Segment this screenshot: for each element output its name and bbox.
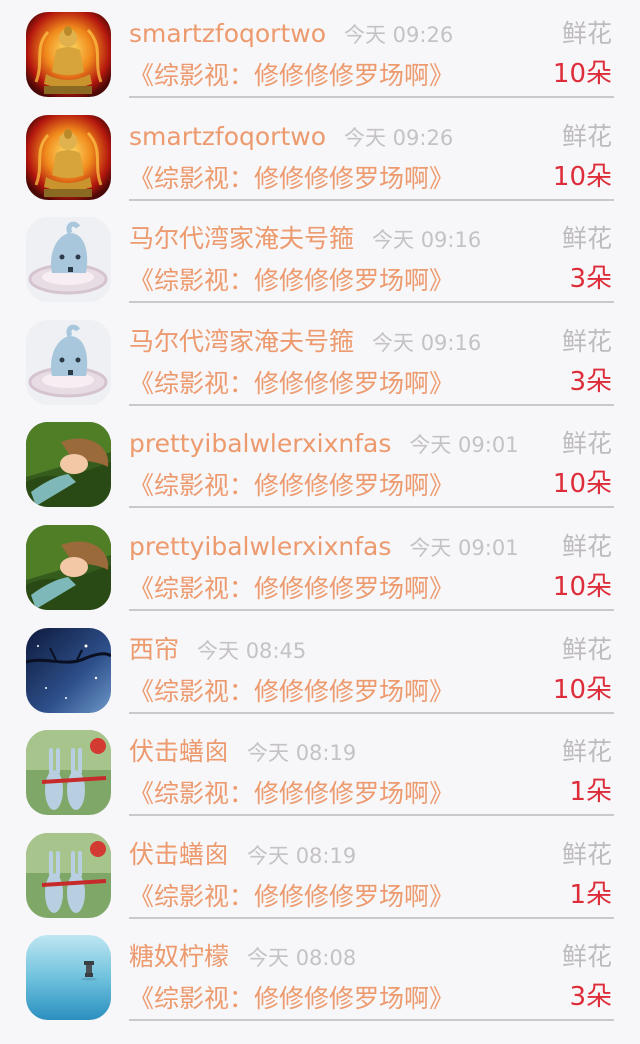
row-divider xyxy=(129,96,614,98)
girl-on-grass-avatar[interactable] xyxy=(26,525,111,610)
whale-avatar[interactable] xyxy=(26,217,111,303)
username[interactable]: 伏击蟮囪 xyxy=(129,838,229,872)
gift-type-label: 鲜花 xyxy=(561,942,612,972)
book-title[interactable]: 《综影视：修修修修罗场啊》 xyxy=(129,675,454,709)
book-title[interactable]: 《综影视：修修修修罗场啊》 xyxy=(129,469,454,503)
username[interactable]: 糖奴柠檬 xyxy=(129,940,229,974)
night-sky-avatar[interactable] xyxy=(26,627,111,713)
buddha-avatar[interactable] xyxy=(26,12,111,97)
book-title[interactable]: 《综影视：修修修修罗场啊》 xyxy=(129,880,454,914)
rabbits-avatar[interactable] xyxy=(26,730,111,816)
gift-record-row[interactable]: 伏击蟮囪 今天 08:19 鲜花《综影视：修修修修罗场啊》 1朵 xyxy=(0,718,640,820)
book-title[interactable]: 《综影视：修修修修罗场啊》 xyxy=(129,162,454,196)
username[interactable]: prettyibalwlerxixnfas xyxy=(129,427,391,461)
row-divider xyxy=(129,609,614,611)
whale-avatar[interactable] xyxy=(26,319,111,405)
gift-type-label: 鲜花 xyxy=(561,326,612,356)
row-divider xyxy=(129,1019,614,1022)
username[interactable]: 马尔代湾家淹夫号箍 xyxy=(129,325,354,359)
gift-type-label: 鲜花 xyxy=(561,121,612,151)
gift-count: 10朵 xyxy=(552,469,612,500)
book-title[interactable]: 《综影视：修修修修罗场啊》 xyxy=(129,367,454,401)
row-divider xyxy=(129,711,614,714)
username[interactable]: smartzfoqortwo xyxy=(129,120,326,154)
gift-type-label: 鲜花 xyxy=(561,634,612,664)
row-divider xyxy=(129,814,614,817)
username[interactable]: 伏击蟮囪 xyxy=(129,735,229,769)
gift-count: 3朵 xyxy=(569,366,612,397)
book-title[interactable]: 《综影视：修修修修罗场啊》 xyxy=(129,982,454,1016)
row-divider xyxy=(129,916,614,919)
username[interactable]: smartzfoqortwo xyxy=(129,17,326,51)
row-divider xyxy=(129,198,614,201)
gift-type-label: 鲜花 xyxy=(561,429,612,459)
username[interactable]: prettyibalwlerxixnfas xyxy=(129,530,391,564)
username[interactable]: 马尔代湾家淹夫号箍 xyxy=(129,222,354,256)
gift-count: 1朵 xyxy=(569,879,612,910)
gift-count: 3朵 xyxy=(569,982,612,1013)
gift-type-label: 鲜花 xyxy=(561,737,612,767)
gift-record-row[interactable]: smartzfoqortwo 今天 09:26 鲜花《综影视：修修修修罗场啊》 10朵 xyxy=(0,0,640,102)
timestamp: 今天 08:45 xyxy=(197,638,307,663)
gift-count: 10朵 xyxy=(552,674,612,705)
girl-on-grass-avatar[interactable] xyxy=(26,422,111,508)
buddha-avatar[interactable] xyxy=(26,114,111,200)
row-divider xyxy=(129,403,614,406)
gift-count: 10朵 xyxy=(552,572,612,602)
timestamp: 今天 09:01 xyxy=(409,433,519,458)
book-title[interactable]: 《综影视：修修修修罗场啊》 xyxy=(129,777,454,811)
gift-record-list: smartzfoqortwo 今天 09:26 鲜花 《综影视：修修修修罗场啊》 10朵… xyxy=(0,0,640,1044)
lake-lantern-avatar[interactable] xyxy=(26,935,111,1021)
timestamp: 今天 09:26 xyxy=(344,125,454,150)
gift-record-row[interactable]: 西帘 今天 08:45 鲜花《综影视：修修修修罗场啊》 10朵 xyxy=(0,616,640,718)
timestamp: 今天 08:19 xyxy=(247,843,357,868)
gift-type-label: 鲜花 xyxy=(561,839,612,869)
gift-type-label: 鲜花 xyxy=(561,19,612,48)
gift-count: 3朵 xyxy=(569,264,612,295)
gift-record-row[interactable]: 糖奴柠檬 今天 08:08 鲜花《综影视：修修修修罗场啊》 3朵 xyxy=(0,923,640,1025)
timestamp: 今天 09:01 xyxy=(409,536,519,560)
row-divider xyxy=(129,301,614,304)
book-title[interactable]: 《综影视：修修修修罗场啊》 xyxy=(129,59,454,93)
timestamp: 今天 08:08 xyxy=(247,946,357,971)
gift-count: 10朵 xyxy=(552,59,612,89)
book-title[interactable]: 《综影视：修修修修罗场啊》 xyxy=(129,572,454,606)
gift-type-label: 鲜花 xyxy=(561,224,612,254)
username[interactable]: 西帘 xyxy=(129,633,179,667)
timestamp: 今天 09:16 xyxy=(372,228,482,253)
gift-record-row[interactable]: smartzfoqortwo 今天 09:26 鲜花《综影视：修修修修罗场啊》 10朵 xyxy=(0,103,640,205)
timestamp: 今天 08:19 xyxy=(247,741,357,766)
gift-count: 10朵 xyxy=(552,161,612,192)
gift-record-row[interactable]: 马尔代湾家淹夫号箍 今天 09:16 鲜花《综影视：修修修修罗场啊》 3朵 xyxy=(0,308,640,410)
gift-record-row[interactable]: prettyibalwlerxixnfas 今天 09:01 鲜花《综影视：修修修修… xyxy=(0,513,640,615)
gift-type-label: 鲜花 xyxy=(561,532,612,561)
timestamp: 今天 09:26 xyxy=(344,23,454,47)
gift-record-row[interactable]: prettyibalwlerxixnfas 今天 09:01 鲜花《综影视：修修修修… xyxy=(0,410,640,512)
rabbits-avatar[interactable] xyxy=(26,832,111,918)
timestamp: 今天 09:16 xyxy=(372,330,482,355)
book-title[interactable]: 《综影视：修修修修罗场啊》 xyxy=(129,264,454,298)
gift-record-row[interactable]: 马尔代湾家淹夫号箍 今天 09:16 鲜花《综影视：修修修修罗场啊》 3朵 xyxy=(0,205,640,307)
gift-record-row[interactable]: 伏击蟮囪 今天 08:19 鲜花《综影视：修修修修罗场啊》 1朵 xyxy=(0,821,640,923)
row-divider xyxy=(129,506,614,509)
gift-count: 1朵 xyxy=(569,777,612,808)
